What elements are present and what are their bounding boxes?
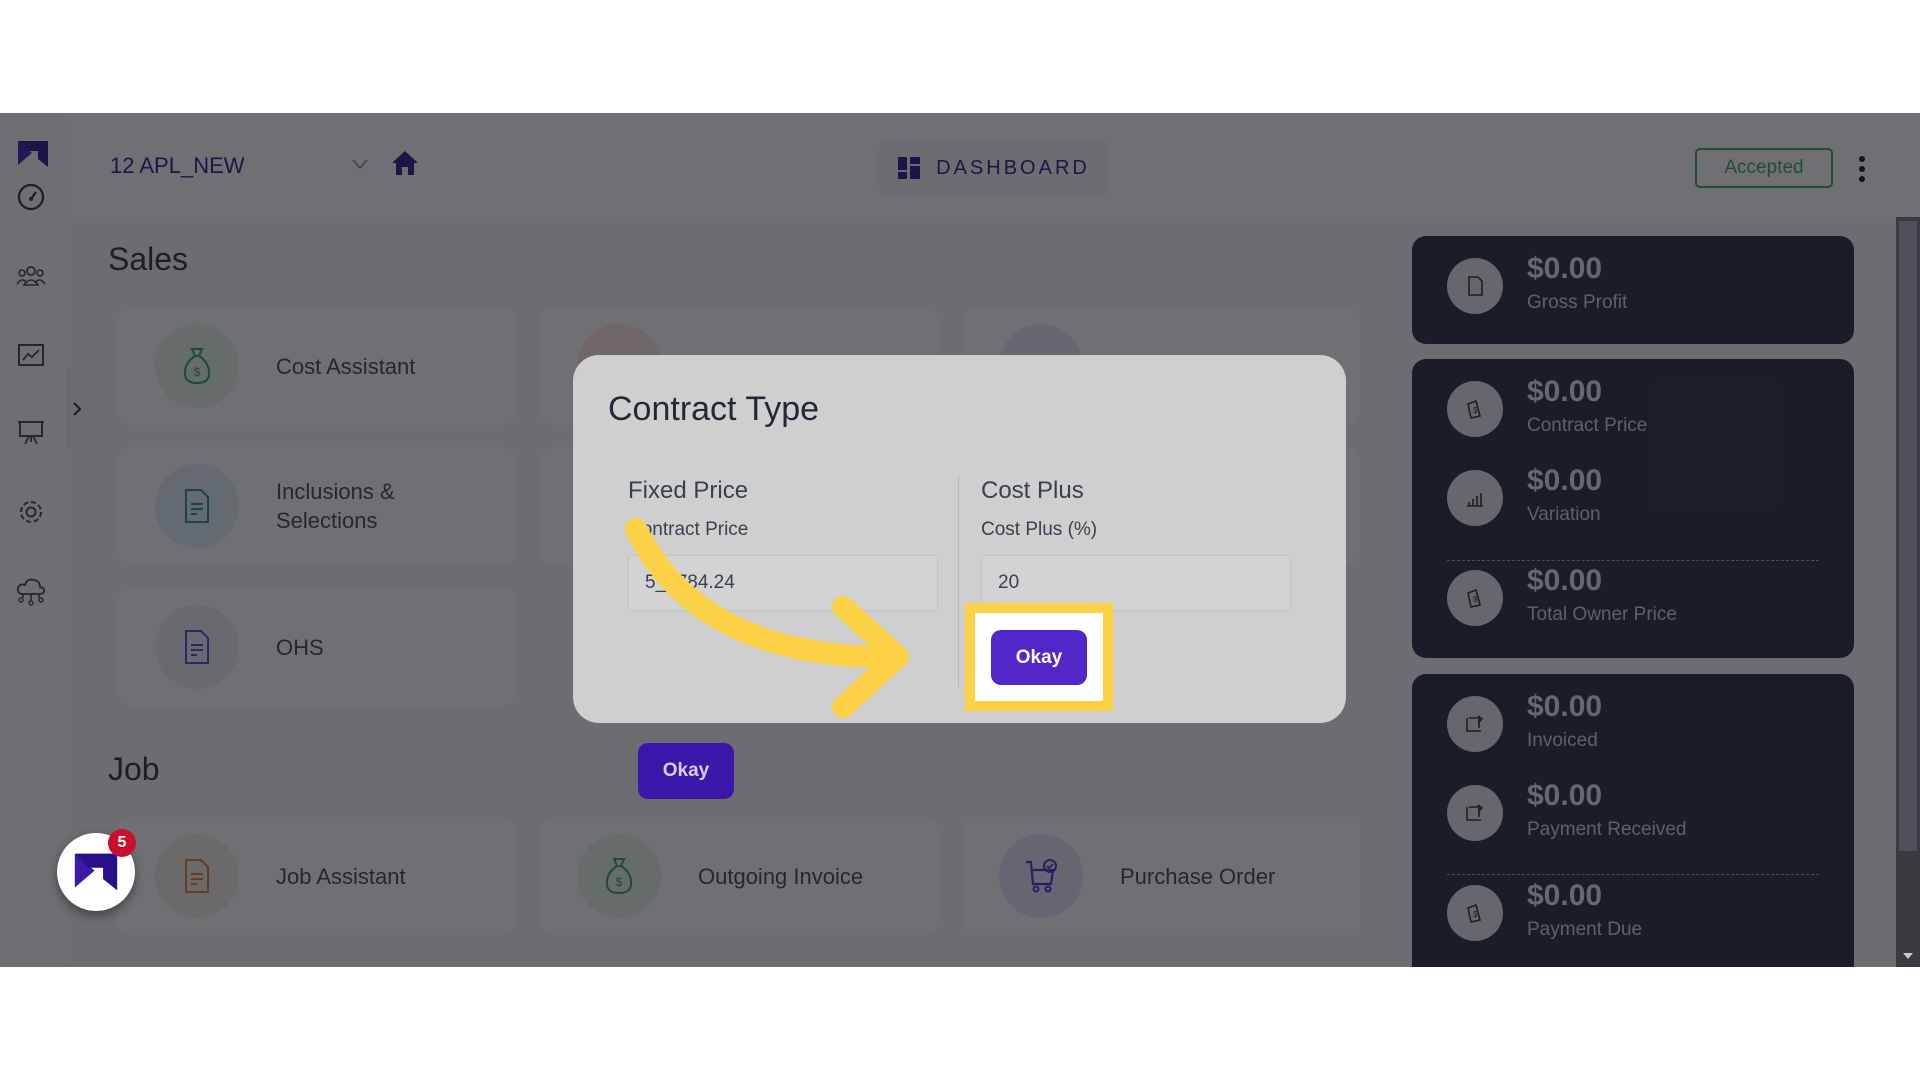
logo-icon <box>74 853 118 891</box>
notification-badge: 5 <box>108 829 136 857</box>
fixed-price-okay-button[interactable]: Okay <box>638 743 734 799</box>
column-divider <box>958 475 959 687</box>
fixed-price-title: Fixed Price <box>628 477 749 504</box>
contract-type-modal: Contract Type Fixed Price Contract Price… <box>573 355 1346 799</box>
contract-price-label: Contract Price <box>628 519 749 540</box>
cost-plus-title: Cost Plus <box>981 477 1084 504</box>
scroll-down-arrow-icon[interactable] <box>1903 953 1913 959</box>
app-window: 12 APL_NEW DASHBOARD Accepted Sales $ Co… <box>0 113 1920 967</box>
contract-price-input[interactable] <box>628 555 938 611</box>
scrollbar[interactable] <box>1896 217 1920 967</box>
modal-title: Contract Type <box>608 390 820 428</box>
cost-plus-label: Cost Plus (%) <box>981 519 1098 540</box>
cost-plus-okay-button[interactable]: Okay <box>991 630 1087 685</box>
scrollbar-thumb[interactable] <box>1899 221 1917 851</box>
